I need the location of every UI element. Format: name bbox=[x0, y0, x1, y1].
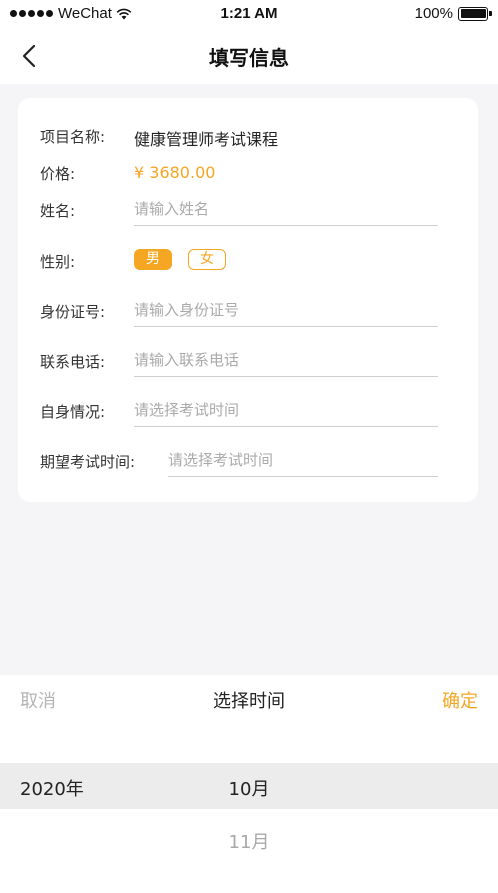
project-row: 项目名称: 健康管理师考试课程 bbox=[40, 118, 456, 152]
situation-label: 自身情况: bbox=[40, 403, 106, 421]
exam-time-label: 期望考试时间: bbox=[40, 453, 136, 471]
price-row: 价格: ¥ 3680.00 bbox=[40, 155, 456, 189]
phone-row: 联系电话: bbox=[40, 343, 456, 377]
phone-label: 联系电话: bbox=[40, 353, 106, 371]
name-input[interactable] bbox=[134, 192, 438, 226]
status-bar: WeChat 1:21 AM 100% bbox=[0, 0, 498, 28]
picker-confirm-button[interactable]: 确定 bbox=[442, 687, 478, 713]
phone-input[interactable] bbox=[134, 343, 438, 377]
id-row: 身份证号: bbox=[40, 293, 456, 327]
gender-male-option[interactable]: 男 bbox=[134, 249, 172, 270]
gender-options: 男 女 bbox=[134, 249, 226, 270]
exam-time-input[interactable] bbox=[168, 443, 438, 477]
battery-percent: 100% bbox=[414, 5, 453, 22]
gender-label: 性别: bbox=[40, 253, 76, 271]
price-value: ¥ 3680.00 bbox=[134, 163, 216, 182]
situation-row: 自身情况: bbox=[40, 393, 456, 427]
nav-bar: 填写信息 bbox=[0, 28, 498, 84]
picker-month-next[interactable]: 11月 bbox=[0, 828, 498, 854]
gender-row: 性别: 男 女 bbox=[40, 243, 456, 277]
name-row: 姓名: bbox=[40, 192, 456, 226]
date-picker: 取消 选择时间 确定 2020年 10月 11月 bbox=[0, 675, 498, 893]
project-value: 健康管理师考试课程 bbox=[134, 130, 279, 149]
battery-fill bbox=[460, 9, 486, 18]
exam-time-row: 期望考试时间: bbox=[40, 443, 456, 477]
page-title: 填写信息 bbox=[209, 46, 289, 70]
id-number-input[interactable] bbox=[134, 293, 438, 327]
form-card: 项目名称: 健康管理师考试课程 价格: ¥ 3680.00 姓名: 性别: 男 … bbox=[18, 98, 478, 502]
battery-icon bbox=[458, 6, 492, 21]
id-label: 身份证号: bbox=[40, 303, 106, 321]
price-label: 价格: bbox=[40, 165, 76, 183]
picker-header: 取消 选择时间 确定 bbox=[0, 675, 498, 723]
name-label: 姓名: bbox=[40, 202, 76, 220]
gender-female-option[interactable]: 女 bbox=[188, 249, 226, 270]
picker-title: 选择时间 bbox=[213, 691, 285, 712]
situation-input[interactable] bbox=[134, 393, 438, 427]
project-label: 项目名称: bbox=[40, 128, 106, 146]
picker-month-selected[interactable]: 10月 bbox=[0, 775, 498, 801]
status-right: 100% bbox=[414, 5, 492, 22]
